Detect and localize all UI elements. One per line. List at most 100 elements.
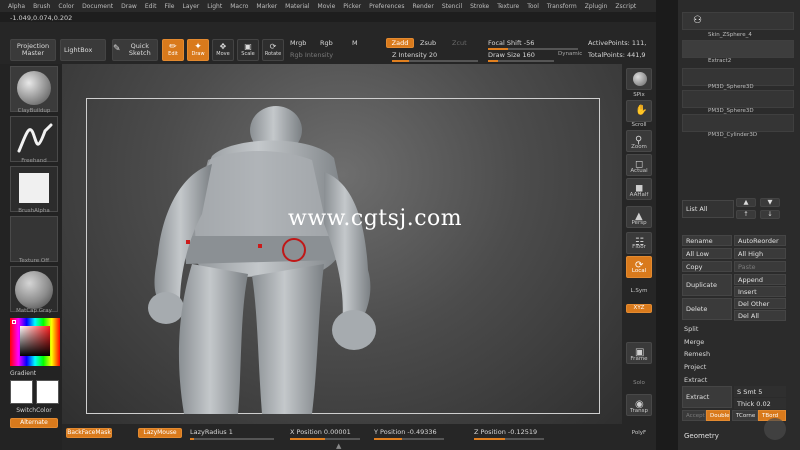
switch-color-button[interactable]: SwitchColor bbox=[10, 407, 58, 414]
z-intensity-slider[interactable]: Z Intensity 20 bbox=[392, 51, 437, 59]
z-position-slider[interactable]: Z Position -0.12519 bbox=[474, 428, 537, 436]
paste-button[interactable]: Paste bbox=[734, 261, 786, 272]
menu-item[interactable]: Render bbox=[412, 3, 433, 10]
menu-item[interactable]: Document bbox=[82, 3, 113, 10]
list-all-button[interactable]: List All bbox=[682, 200, 734, 218]
lazyradius-slider[interactable]: LazyRadius 1 bbox=[190, 428, 233, 436]
menu-item[interactable]: Picker bbox=[343, 3, 361, 10]
menu-item[interactable]: Texture bbox=[497, 3, 519, 10]
y-position-slider[interactable]: Y Position -0.49336 bbox=[374, 428, 437, 436]
double-toggle[interactable]: Double bbox=[706, 410, 730, 421]
copy-button[interactable]: Copy bbox=[682, 261, 732, 272]
zcut-toggle[interactable]: Zcut bbox=[452, 39, 467, 47]
project-section[interactable]: Project bbox=[684, 363, 706, 371]
lazyradius-track[interactable] bbox=[190, 438, 274, 440]
insert-button[interactable]: Insert bbox=[734, 286, 786, 297]
scroll-button[interactable]: ✋ bbox=[626, 100, 652, 122]
subtool-item[interactable] bbox=[682, 40, 794, 58]
move-up-button[interactable]: ▲ bbox=[736, 198, 756, 207]
menu-item[interactable]: Marker bbox=[256, 3, 277, 10]
draw-mode-button[interactable]: ✦ Draw bbox=[187, 39, 209, 61]
material-selector[interactable] bbox=[10, 266, 58, 312]
x-position-slider[interactable]: X Position 0.00001 bbox=[290, 428, 351, 436]
subtool-item[interactable] bbox=[682, 90, 794, 108]
color-picker-square[interactable] bbox=[20, 326, 50, 356]
menu-item[interactable]: Movie bbox=[318, 3, 336, 10]
rotate-mode-button[interactable]: ⟳ Rotate bbox=[262, 39, 284, 61]
menu-item[interactable]: Light bbox=[207, 3, 222, 10]
menu-item[interactable]: Macro bbox=[230, 3, 248, 10]
thick-slider[interactable]: Thick 0.02 bbox=[734, 398, 786, 409]
accept-button[interactable]: Accept bbox=[682, 410, 706, 421]
menu-item[interactable]: Tool bbox=[527, 3, 539, 10]
move-down-button[interactable]: ▼ bbox=[760, 198, 780, 207]
lazymouse-toggle[interactable]: LazyMouse bbox=[138, 428, 182, 438]
solo-toggle[interactable]: Solo bbox=[622, 380, 656, 386]
texture-selector[interactable] bbox=[10, 216, 58, 262]
menu-item[interactable]: Color bbox=[58, 3, 74, 10]
menu-item[interactable]: Stencil bbox=[442, 3, 462, 10]
backface-mask-toggle[interactable]: BackFaceMask bbox=[66, 428, 112, 438]
append-button[interactable]: Append bbox=[734, 274, 786, 285]
move-top-button[interactable]: ↑ bbox=[736, 210, 756, 219]
menu-item[interactable]: Brush bbox=[33, 3, 50, 10]
stroke-selector[interactable] bbox=[10, 116, 58, 162]
menu-item[interactable]: Layer bbox=[183, 3, 200, 10]
quick-sketch-button[interactable]: ✎ Quick Sketch bbox=[112, 39, 158, 61]
alternate-button[interactable]: Alternate bbox=[10, 418, 58, 428]
extract-section[interactable]: Extract bbox=[684, 376, 707, 384]
move-mode-button[interactable]: ✥ Move bbox=[212, 39, 234, 61]
menu-item[interactable]: Zplugin bbox=[585, 3, 608, 10]
split-section[interactable]: Split bbox=[684, 325, 698, 333]
secondary-color-swatch[interactable] bbox=[36, 380, 59, 404]
menu-item[interactable]: Material bbox=[285, 3, 309, 10]
mrgb-toggle[interactable]: Mrgb bbox=[290, 39, 306, 47]
panel-divider[interactable] bbox=[656, 0, 678, 450]
all-high-button[interactable]: All High bbox=[734, 248, 786, 259]
merge-section[interactable]: Merge bbox=[684, 338, 704, 346]
tcorner-toggle[interactable]: TCorne bbox=[732, 410, 758, 421]
viewport-canvas[interactable]: www.cgtsj.com bbox=[62, 64, 622, 432]
menu-item[interactable]: Alpha bbox=[8, 3, 25, 10]
local-button[interactable]: ⟳ bbox=[626, 256, 652, 278]
menu-item[interactable]: Zscript bbox=[615, 3, 636, 10]
menu-item[interactable]: Preferences bbox=[369, 3, 404, 10]
color-picker[interactable] bbox=[10, 318, 60, 366]
xyz-toggle[interactable]: XYZ bbox=[626, 304, 652, 313]
menu-item[interactable]: Draw bbox=[121, 3, 137, 10]
extract-button[interactable]: Extract bbox=[682, 386, 732, 408]
alpha-selector[interactable] bbox=[10, 166, 58, 212]
menu-item[interactable]: Stroke bbox=[470, 3, 489, 10]
s-smt-slider[interactable]: S Smt 5 bbox=[734, 386, 786, 397]
del-all-button[interactable]: Del All bbox=[734, 310, 786, 321]
rgb-toggle[interactable]: Rgb bbox=[320, 39, 333, 47]
brush-selector[interactable] bbox=[10, 66, 58, 112]
dynamic-toggle[interactable]: Dynamic bbox=[558, 51, 582, 57]
edit-mode-button[interactable]: ✏ Edit bbox=[162, 39, 184, 61]
menu-item[interactable]: Edit bbox=[145, 3, 157, 10]
all-low-button[interactable]: All Low bbox=[682, 248, 732, 259]
collapse-arrow-icon[interactable]: ▲ bbox=[336, 442, 341, 450]
menu-item[interactable]: File bbox=[164, 3, 174, 10]
bpr-button[interactable] bbox=[626, 68, 652, 90]
floor-button[interactable]: ☷ bbox=[626, 232, 652, 254]
scale-mode-button[interactable]: ▣ Scale bbox=[237, 39, 259, 61]
move-bottom-button[interactable]: ↓ bbox=[760, 210, 780, 219]
geometry-section[interactable]: Geometry bbox=[684, 432, 719, 440]
focal-shift-slider[interactable]: Focal Shift -56 bbox=[488, 39, 534, 47]
m-toggle[interactable]: M bbox=[352, 39, 358, 47]
del-other-button[interactable]: Del Other bbox=[734, 298, 786, 309]
subtool-item[interactable] bbox=[682, 114, 794, 132]
duplicate-button[interactable]: Duplicate bbox=[682, 274, 732, 296]
projection-master-button[interactable]: Projection Master bbox=[10, 39, 56, 61]
sculpt-model[interactable] bbox=[62, 64, 622, 424]
draw-size-slider[interactable]: Draw Size 160 bbox=[488, 51, 535, 59]
main-color-swatch[interactable] bbox=[10, 380, 33, 404]
lsym-toggle[interactable]: L.Sym bbox=[622, 288, 656, 294]
menu-item[interactable]: Transform bbox=[547, 3, 577, 10]
subtool-item[interactable]: ⚇ bbox=[682, 12, 794, 30]
rename-button[interactable]: Rename bbox=[682, 235, 732, 246]
zsub-toggle[interactable]: Zsub bbox=[420, 39, 436, 47]
delete-button[interactable]: Delete bbox=[682, 298, 732, 320]
rgb-intensity-slider[interactable]: Rgb Intensity bbox=[290, 51, 333, 59]
